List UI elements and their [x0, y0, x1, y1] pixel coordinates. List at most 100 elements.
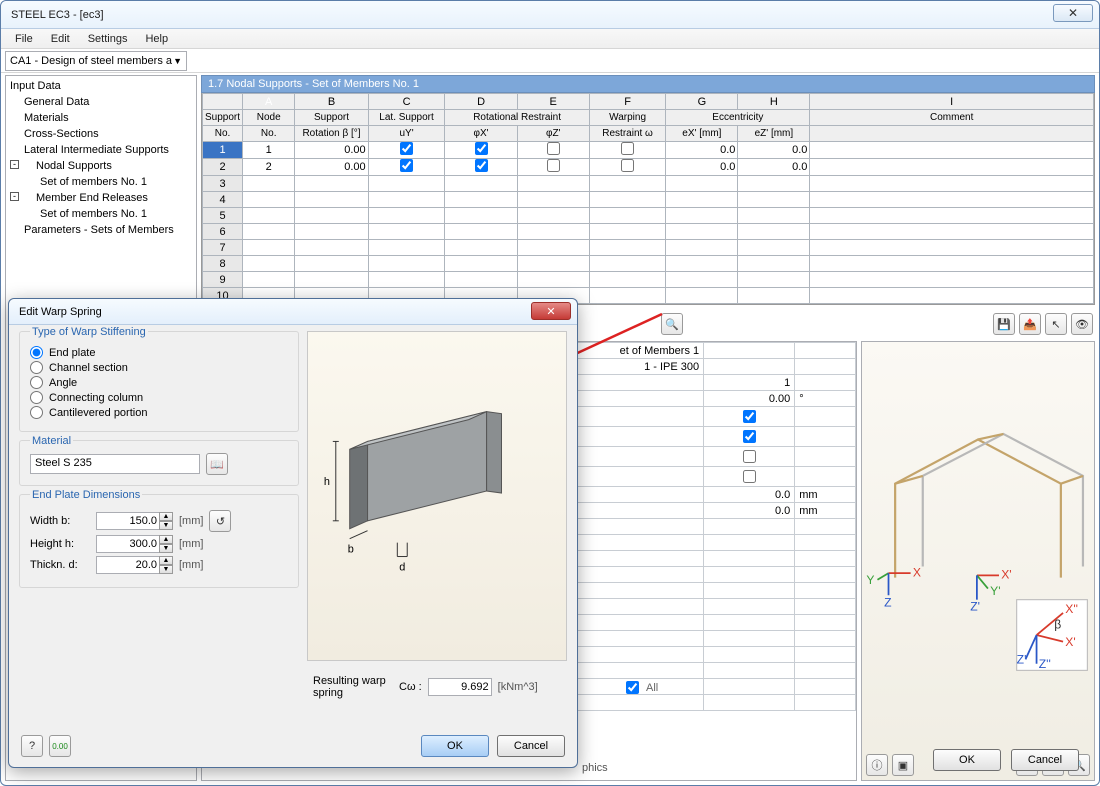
dialog-help-button[interactable]: ? [21, 735, 43, 757]
detail-checkbox[interactable] [743, 430, 756, 443]
svg-text:Z: Z [884, 595, 892, 609]
material-library-button[interactable]: 📖 [206, 453, 228, 475]
stiffening-radio[interactable] [30, 391, 43, 404]
tree-item[interactable]: General Data [10, 94, 192, 110]
dim-field-row: Height h:▲▼[mm] [30, 535, 288, 553]
radio-row[interactable]: Angle [30, 376, 288, 389]
svg-text:h: h [324, 476, 330, 488]
dim-label: Thickn. d: [30, 559, 90, 571]
tree-item[interactable]: Cross-Sections [10, 126, 192, 142]
radio-row[interactable]: Connecting column [30, 391, 288, 404]
menu-edit[interactable]: Edit [43, 31, 78, 47]
table-row[interactable]: 4 [203, 192, 1094, 208]
radio-row[interactable]: Cantilevered portion [30, 406, 288, 419]
stiffening-radio[interactable] [30, 346, 43, 359]
tree-item[interactable]: Parameters - Sets of Members [10, 222, 192, 238]
group-type: Type of Warp Stiffening End plateChannel… [19, 331, 299, 432]
spin-down-icon[interactable]: ▼ [159, 565, 173, 574]
menu-settings[interactable]: Settings [80, 31, 136, 47]
menu-file[interactable]: File [7, 31, 41, 47]
tool-save-button[interactable]: 💾 [993, 313, 1015, 335]
tree-item[interactable]: Materials [10, 110, 192, 126]
all-label: All [646, 682, 658, 694]
dim-reset-button[interactable]: ↺ [209, 510, 231, 532]
table-row[interactable]: 8 [203, 256, 1094, 272]
grid-checkbox[interactable] [400, 142, 413, 155]
grid-checkbox[interactable] [400, 159, 413, 172]
group-dim-title: End Plate Dimensions [30, 489, 142, 501]
grid-checkbox[interactable] [621, 142, 634, 155]
radio-row[interactable]: Channel section [30, 361, 288, 374]
tool-pick-button[interactable]: ↖ [1045, 313, 1067, 335]
tool-view-button[interactable]: 👁 [1071, 313, 1093, 335]
table-row[interactable]: 3 [203, 176, 1094, 192]
table-row[interactable]: 6 [203, 224, 1094, 240]
grid-checkbox[interactable] [547, 159, 560, 172]
dialog-ok-button[interactable]: OK [421, 735, 489, 757]
dim-input[interactable] [96, 512, 160, 530]
spin-down-icon[interactable]: ▼ [159, 521, 173, 530]
result-value[interactable] [428, 678, 492, 696]
radio-row[interactable]: End plate [30, 346, 288, 359]
menu-help[interactable]: Help [137, 31, 176, 47]
case-combo[interactable]: CA1 - Design of steel members a ▼ [5, 51, 187, 71]
grid-title: 1.7 Nodal Supports - Set of Members No. … [201, 75, 1095, 93]
menu-bar: File Edit Settings Help [1, 29, 1099, 49]
graphics-stub: phics [582, 762, 608, 774]
table-row[interactable]: 220.000.00.0 [203, 159, 1094, 176]
supports-grid[interactable]: ABCDEFGHI SupportNodeSupportLat. Support… [201, 93, 1095, 305]
group-dimensions: End Plate Dimensions Width b:▲▼[mm]↺Heig… [19, 494, 299, 588]
close-button[interactable]: ✕ [1053, 4, 1093, 22]
all-checkbox[interactable] [626, 681, 639, 694]
dim-input[interactable] [96, 556, 160, 574]
svg-text:X': X' [1001, 568, 1011, 582]
tree-item[interactable]: -Member End Releases [10, 190, 192, 206]
stiffening-radio[interactable] [30, 406, 43, 419]
viewer-info-button[interactable]: ⓘ [866, 754, 888, 776]
table-row[interactable]: 110.000.00.0 [203, 142, 1094, 159]
dim-field-row: Width b:▲▼[mm]↺ [30, 510, 288, 532]
table-row[interactable]: 5 [203, 208, 1094, 224]
main-ok-button[interactable]: OK [933, 749, 1001, 771]
stiffening-radio[interactable] [30, 376, 43, 389]
main-cancel-button[interactable]: Cancel [1011, 749, 1079, 771]
structure-svg: X Y Z X' Y' Z' X'' X [862, 342, 1094, 780]
stiffening-radio[interactable] [30, 361, 43, 374]
dialog-cancel-button[interactable]: Cancel [497, 735, 565, 757]
grid-checkbox[interactable] [475, 142, 488, 155]
svg-text:Z': Z' [1017, 653, 1027, 667]
tree-expander-icon[interactable]: - [10, 160, 19, 169]
table-row[interactable]: 7 [203, 240, 1094, 256]
material-input[interactable]: Steel S 235 [30, 454, 200, 474]
dim-label: Height h: [30, 538, 90, 550]
tree-item[interactable]: Set of members No. 1 [10, 174, 192, 190]
tree-item[interactable]: Lateral Intermediate Supports [10, 142, 192, 158]
dialog-units-button[interactable]: 0.00 [49, 735, 71, 757]
radio-label: Angle [49, 377, 77, 389]
structure-viewer[interactable]: X Y Z X' Y' Z' X'' X [861, 341, 1095, 781]
dialog-titlebar[interactable]: Edit Warp Spring ✕ [9, 299, 577, 325]
svg-text:Z'': Z'' [1039, 657, 1051, 671]
zoom-details-button[interactable]: 🔍 [661, 313, 683, 335]
detail-checkbox[interactable] [743, 450, 756, 463]
table-row[interactable]: 9 [203, 272, 1094, 288]
dim-input[interactable] [96, 535, 160, 553]
dialog-close-button[interactable]: ✕ [531, 302, 571, 320]
grid-checkbox[interactable] [475, 159, 488, 172]
tree-expander-icon[interactable]: - [10, 192, 19, 201]
tree-item[interactable]: Set of members No. 1 [10, 206, 192, 222]
spin-up-icon[interactable]: ▲ [159, 512, 173, 521]
spin-up-icon[interactable]: ▲ [159, 556, 173, 565]
spin-up-icon[interactable]: ▲ [159, 535, 173, 544]
group-type-title: Type of Warp Stiffening [30, 326, 148, 338]
detail-checkbox[interactable] [743, 470, 756, 483]
detail-checkbox[interactable] [743, 410, 756, 423]
grid-checkbox[interactable] [621, 159, 634, 172]
viewer-cube-button[interactable]: ▣ [892, 754, 914, 776]
plate-diagram: h b d [308, 332, 566, 660]
tool-export-button[interactable]: 📤 [1019, 313, 1041, 335]
grid-checkbox[interactable] [547, 142, 560, 155]
spin-down-icon[interactable]: ▼ [159, 544, 173, 553]
tree-item[interactable]: -Nodal Supports [10, 158, 192, 174]
tree-header: Input Data [10, 78, 192, 94]
